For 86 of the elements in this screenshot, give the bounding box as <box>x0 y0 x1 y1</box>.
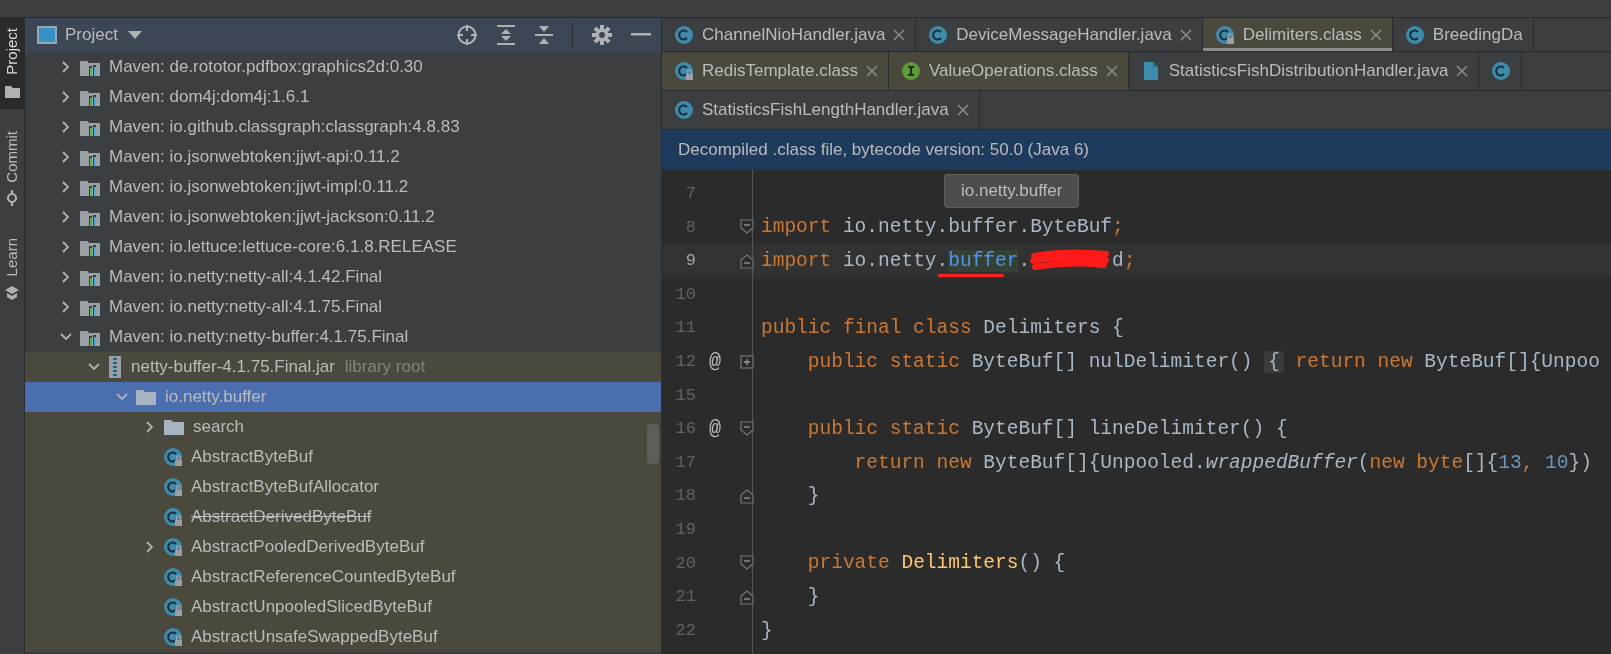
tree-item[interactable]: AbstractUnpooledSlicedByteBuf <box>25 592 661 622</box>
fold-icon[interactable] <box>740 420 754 437</box>
locked-class-icon <box>163 597 183 617</box>
locked-class-icon <box>163 537 183 557</box>
line-number: 10 <box>674 283 696 306</box>
class-icon <box>928 24 949 45</box>
tree-item[interactable]: AbstractPooledDerivedByteBuf <box>25 532 661 562</box>
folder-icon <box>135 388 157 406</box>
line-number: 8 <box>684 216 696 239</box>
tooltip: io.netty.buffer <box>944 174 1080 208</box>
fold-icon[interactable] <box>740 555 754 572</box>
class-icon <box>1491 61 1512 81</box>
locked-class-icon <box>163 447 183 467</box>
panel-icon <box>37 26 57 44</box>
editor-tab[interactable]: ValueOperations.class <box>888 52 1129 90</box>
fold-end-icon[interactable] <box>740 588 754 605</box>
close-icon[interactable] <box>956 104 969 116</box>
interface-icon <box>900 61 921 81</box>
code-line: return new ByteBuf[]{Unpooled.wrappedBuffer(new byte[]{13, 10}) <box>853 450 1592 476</box>
locked-class-icon <box>163 477 183 497</box>
line-number: 17 <box>674 451 696 474</box>
code-line: public final class Delimiters { <box>761 316 1124 342</box>
locate-icon[interactable] <box>456 24 478 46</box>
collapse-all-icon[interactable] <box>534 24 554 46</box>
code-line: } <box>806 484 820 510</box>
editor-tab[interactable]: Delimiters.class <box>1202 18 1393 51</box>
code-line: } <box>806 584 820 610</box>
line-number: 18 <box>674 485 696 508</box>
override-marker[interactable]: @ <box>709 346 721 377</box>
code-line: } <box>761 618 773 644</box>
tree-item[interactable]: AbstractUnsafeSwappedByteBuf <box>25 622 661 652</box>
tree-item[interactable]: search <box>25 412 661 442</box>
close-icon[interactable] <box>1369 28 1382 41</box>
line-number: 12 <box>674 351 696 373</box>
caret-icon <box>127 31 142 39</box>
close-icon[interactable] <box>1456 65 1469 77</box>
commit-icon <box>4 190 20 207</box>
tree-item[interactable]: AbstractByteBuf <box>25 442 661 472</box>
tree-item[interactable]: AbstractByteBufAllocator <box>25 472 661 502</box>
line-number: 15 <box>674 384 696 407</box>
line-number: 22 <box>674 619 696 642</box>
close-icon[interactable] <box>893 28 906 41</box>
minimize-icon[interactable] <box>631 33 651 37</box>
code-line: public static ByteBuf[] nulDelimiter() { return new ByteBuf[]{Unpoo <box>806 349 1600 375</box>
class-icon <box>1404 24 1425 45</box>
fold-end-icon[interactable] <box>740 488 754 505</box>
locked-class-icon <box>674 61 694 81</box>
close-icon[interactable] <box>1105 65 1118 77</box>
graduation-cap-icon <box>4 284 20 301</box>
folder-icon <box>163 418 185 436</box>
locked-class-icon <box>1214 24 1235 45</box>
jar-icon <box>107 355 123 379</box>
editor-tab[interactable]: RedisTemplate.class <box>662 52 889 90</box>
tool-window-tab[interactable]: Project <box>0 18 24 109</box>
class-icon <box>674 24 694 45</box>
line-number: 9 <box>684 250 696 273</box>
tree-item[interactable]: netty-buffer-4.1.75.Final.jar library root <box>25 352 661 382</box>
close-icon[interactable] <box>1179 28 1192 41</box>
code-line: import io.netty.buffer.ByteBuf; <box>761 215 1124 241</box>
line-number: 11 <box>674 317 696 340</box>
line-number: 21 <box>674 586 696 609</box>
fold-icon[interactable] <box>740 219 754 236</box>
override-marker[interactable]: @ <box>709 413 721 444</box>
unfold-icon[interactable] <box>740 353 754 370</box>
line-number: 7 <box>684 183 696 206</box>
expand-all-icon[interactable] <box>496 24 516 46</box>
project-dropdown[interactable]: Project <box>65 22 142 48</box>
locked-class-icon <box>163 567 183 587</box>
tool-window-tab[interactable]: Learn <box>0 228 24 311</box>
line-number: 16 <box>674 418 696 441</box>
decompiled-banner: Decompiled .class file, bytecode version: 50.0 (Java 6) <box>662 130 1611 170</box>
tool-window-tab[interactable]: Commit <box>0 120 24 217</box>
fold-end-icon[interactable] <box>740 253 754 269</box>
line-number: 20 <box>674 552 696 575</box>
class-icon <box>674 100 694 120</box>
line-number: 19 <box>674 519 696 541</box>
code-line: public static ByteBuf[] lineDelimiter() { <box>806 416 1288 442</box>
locked-class-icon <box>163 627 183 647</box>
scrollbar-thumb[interactable] <box>647 424 659 464</box>
code-line: private Delimiters() { <box>806 551 1066 577</box>
locked-class-icon <box>163 507 183 527</box>
code-line: import io.netty.buffer. d; <box>761 246 1136 276</box>
close-icon[interactable] <box>865 65 878 77</box>
tree-item[interactable]: AbstractReferenceCountedByteBuf <box>25 562 661 592</box>
hint-text: library root <box>344 356 426 379</box>
tree-item[interactable]: AbstractDerivedByteBuf <box>25 502 661 532</box>
